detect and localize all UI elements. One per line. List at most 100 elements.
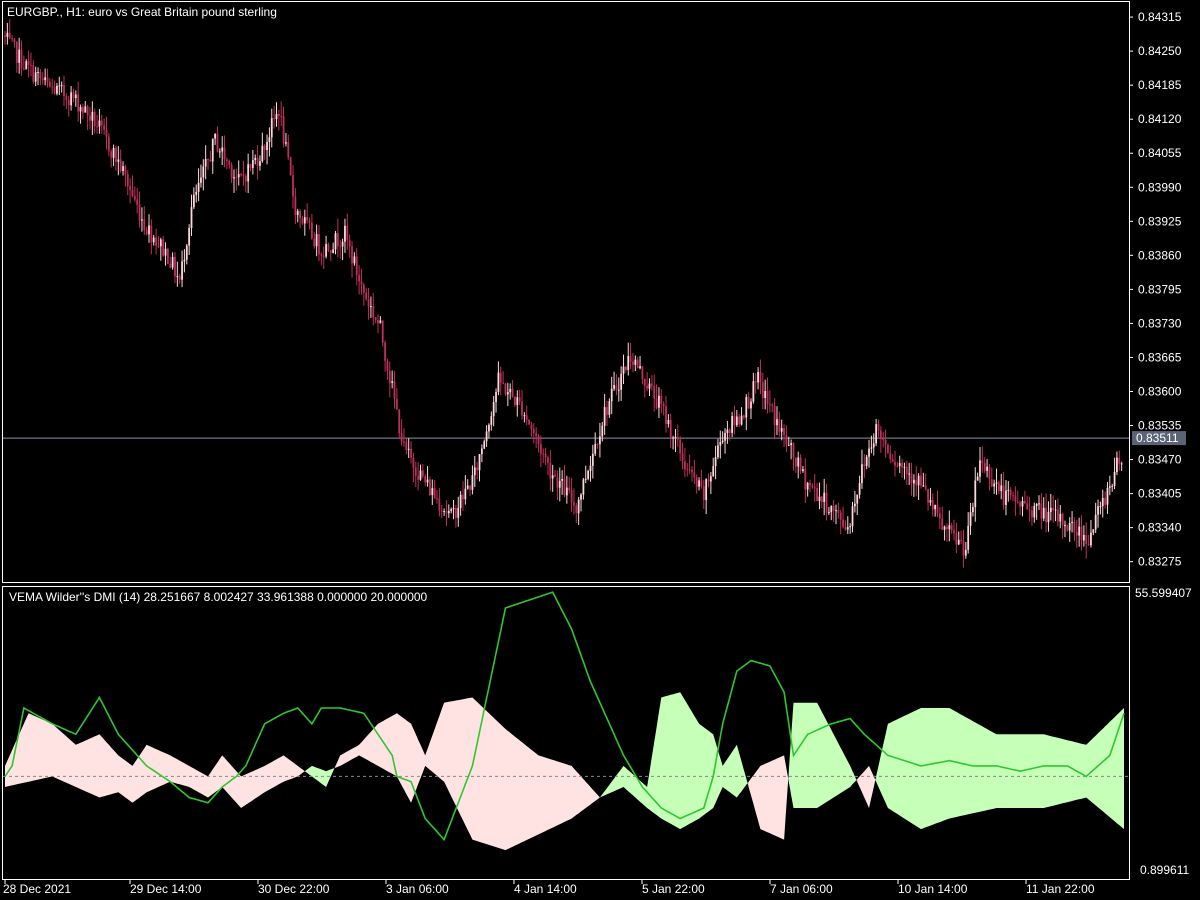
candle [443,508,446,516]
price-label: 0.84315 [1138,10,1182,24]
price-chart[interactable] [3,19,1129,568]
candle [835,504,837,525]
candle [56,82,58,96]
price-label: 0.83730 [1138,316,1182,330]
candle [289,156,292,176]
candle [228,159,231,169]
candle [743,414,745,420]
candle [639,355,641,370]
candle [457,496,460,527]
candle [981,446,984,473]
candle [110,149,113,168]
candle [358,265,361,295]
candle [653,374,656,412]
candle [934,504,937,517]
candle [485,425,488,447]
candle [112,144,115,166]
candle [717,438,719,460]
candle [922,472,925,488]
candle [476,461,479,480]
candle [842,506,844,529]
candle [412,452,415,483]
candle [400,419,403,446]
candle [589,455,592,482]
candle [997,480,1000,495]
candle [1085,522,1088,559]
candle [601,421,604,442]
time-label: 10 Jan 14:00 [898,882,968,896]
candle [608,398,611,418]
candle [341,238,344,261]
candle [655,384,658,410]
candle [700,469,703,489]
candle [790,439,793,460]
candle [773,398,776,440]
candle [1094,502,1097,533]
candle [556,470,559,501]
candle [70,85,73,111]
candle [459,491,462,516]
candle [832,499,835,522]
candle [303,209,306,236]
candle [192,187,195,210]
candle [417,462,420,491]
candle [105,116,108,150]
candle [188,224,191,255]
candle [825,483,828,521]
candle [740,407,743,426]
candle [1090,519,1092,548]
candle [230,162,233,184]
candle [858,475,861,499]
candle [1012,491,1014,502]
candle [74,90,77,107]
candle [504,382,507,397]
candle [766,377,769,414]
candle [851,501,854,533]
candle [693,459,696,485]
candle [915,466,918,497]
candle [455,504,457,528]
candle [521,390,523,420]
price-label: 0.83860 [1138,248,1182,262]
candle [280,101,283,126]
dmi-indicator[interactable] [3,591,1129,851]
candle [1104,491,1107,509]
candle [202,159,205,191]
candle [712,457,715,477]
candle [233,169,235,193]
candle [983,457,986,474]
candle [709,472,712,495]
candle [273,105,276,129]
candle [327,242,330,252]
candle [530,421,533,437]
candle [924,473,927,491]
candle [339,239,342,259]
candle [1092,529,1095,536]
candle [972,502,974,517]
price-label: 0.83405 [1138,487,1182,501]
candle [41,72,44,85]
candle [53,80,56,95]
candle [480,444,483,463]
candle [450,507,453,514]
candle [1054,499,1057,522]
candle [816,482,819,502]
candle [1061,512,1064,540]
candle [39,69,42,86]
candle [641,366,644,385]
candle [1047,501,1050,532]
candle [811,483,814,489]
candle [672,435,674,450]
candle [776,406,778,436]
candle [679,436,682,461]
candle [1000,473,1003,500]
candle [1052,495,1055,523]
candle [98,109,101,134]
minus-di-area [5,713,305,808]
candle [563,465,566,498]
candle [4,31,6,45]
candle [683,448,686,478]
candle [119,149,122,173]
candle [256,145,259,180]
candle [275,102,278,127]
